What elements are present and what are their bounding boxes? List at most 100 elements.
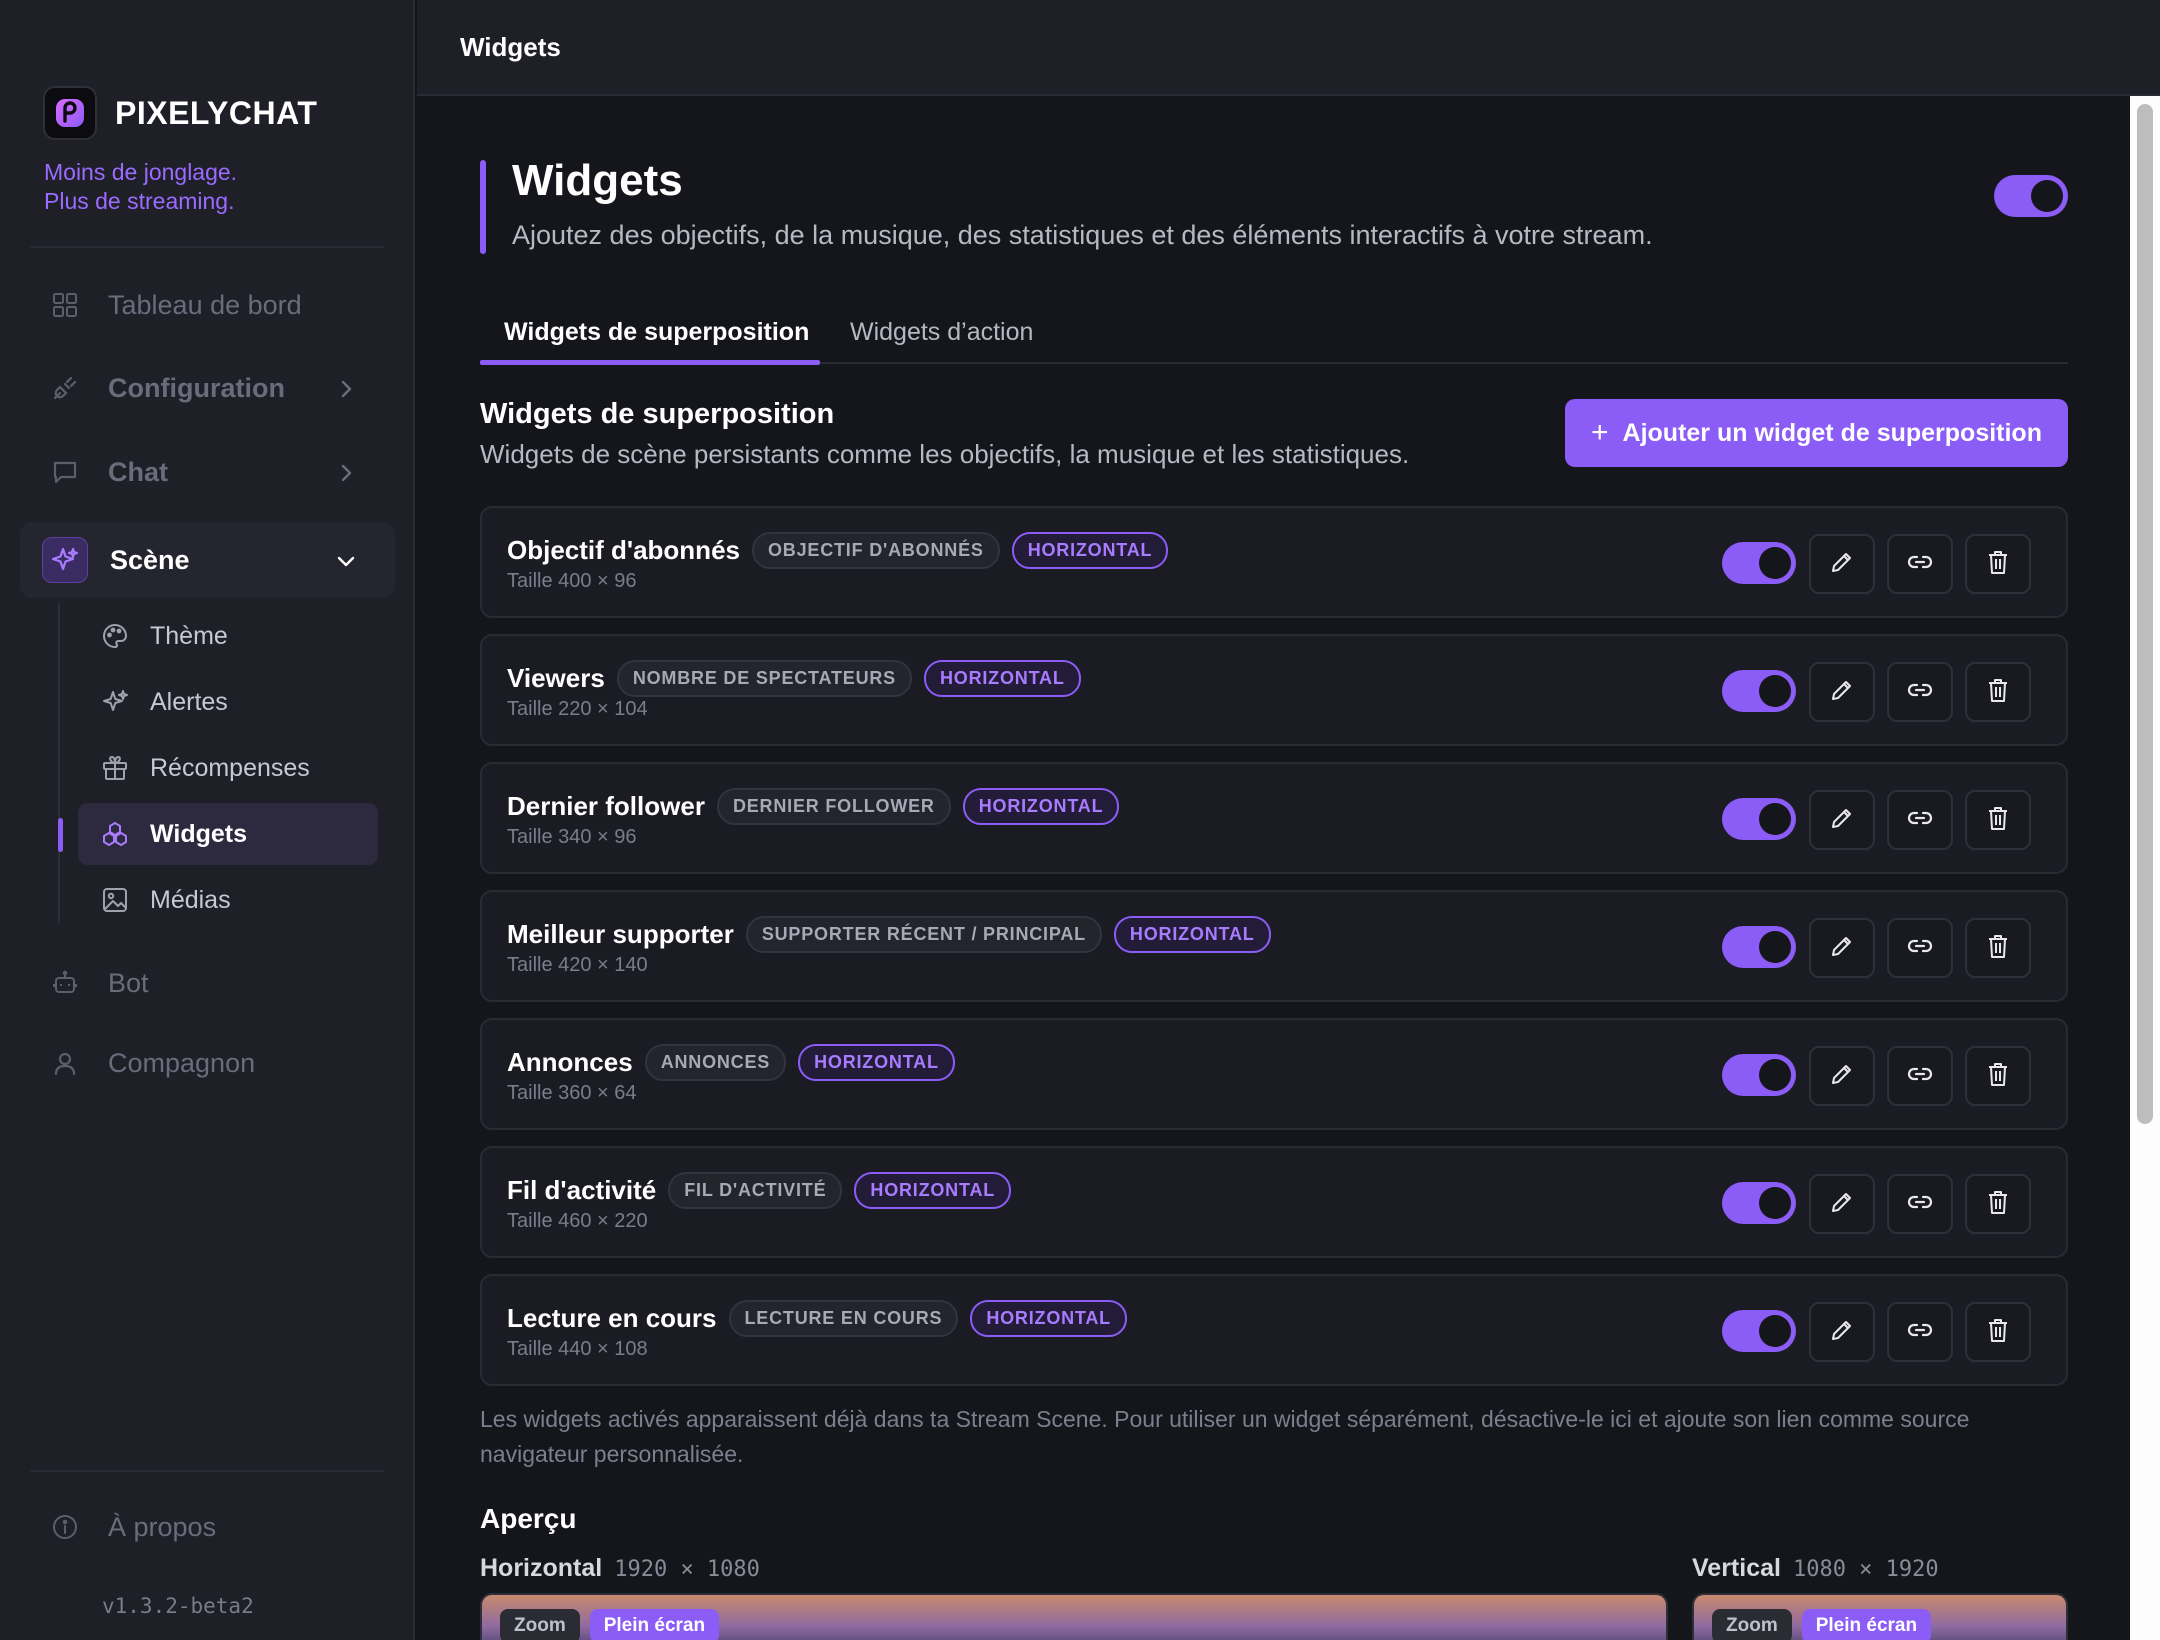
sidebar-item-widgets[interactable]: Widgets: [78, 803, 378, 865]
edit-widget-button[interactable]: [1809, 1302, 1875, 1362]
delete-widget-button[interactable]: [1965, 662, 2031, 722]
copy-link-button[interactable]: [1887, 1174, 1953, 1234]
vertical-dims: 1080 × 1920: [1792, 1557, 1939, 1582]
widget-name-line: Meilleur supporter SUPPORTER RÉCENT / PRI…: [507, 916, 1271, 953]
delete-widget-button[interactable]: [1965, 1046, 2031, 1106]
edit-widget-button[interactable]: [1809, 534, 1875, 594]
widget-size: Taille 420 × 140: [507, 954, 648, 976]
widget-orientation-badge: HORIZONTAL: [798, 1044, 955, 1081]
gift-icon: [100, 753, 130, 783]
copy-link-button[interactable]: [1887, 1302, 1953, 1362]
widget-name: Annonces: [507, 1047, 633, 1077]
widget-orientation-badge: HORIZONTAL: [970, 1300, 1127, 1337]
plug-icon: [50, 373, 80, 403]
sidebar-item-label: À propos: [108, 1511, 217, 1542]
sidebar-item-about[interactable]: À propos: [20, 1495, 395, 1559]
zoom-button[interactable]: Zoom: [1712, 1609, 1792, 1640]
sidebar-item-label: Récompenses: [150, 753, 310, 782]
preview-vertical-frame: Zoom Plein écran: [1692, 1593, 2068, 1640]
sidebar-item-theme[interactable]: Thème: [78, 605, 378, 667]
toggle-knob: [1759, 803, 1791, 835]
widget-name: Fil d'activité: [507, 1175, 657, 1205]
edit-widget-button[interactable]: [1809, 790, 1875, 850]
sidebar-item-scene[interactable]: Scène: [20, 522, 395, 598]
widget-type-badge: LECTURE EN COURS: [728, 1300, 959, 1337]
copy-link-button[interactable]: [1887, 534, 1953, 594]
trash-icon: [1986, 677, 2010, 708]
vertical-label: Vertical: [1692, 1554, 1781, 1582]
widget-enable-toggle[interactable]: [1722, 542, 1796, 584]
sparkles-icon: [100, 687, 130, 717]
widget-orientation-badge: HORIZONTAL: [1113, 916, 1271, 953]
blocks-icon: [100, 819, 130, 849]
sidebar-item-media[interactable]: Médias: [78, 869, 378, 931]
widget-enable-toggle[interactable]: [1722, 926, 1796, 968]
widget-enable-toggle[interactable]: [1722, 1182, 1796, 1224]
widget-row: Lecture en cours LECTURE EN COURS HORIZONT…: [480, 1274, 2068, 1386]
page-subtitle: Ajoutez des objectifs, de la musique, de…: [512, 220, 1653, 250]
toggle-knob: [1759, 1059, 1791, 1091]
widget-enable-toggle[interactable]: [1722, 670, 1796, 712]
widget-enable-toggle[interactable]: [1722, 798, 1796, 840]
delete-widget-button[interactable]: [1965, 918, 2031, 978]
tagline-line-1: Moins de jonglage.: [44, 159, 238, 185]
sidebar-item-label: Bot: [108, 967, 149, 998]
pixelychat-logo-icon: [43, 86, 97, 140]
sidebar-item-alerts[interactable]: Alertes: [78, 671, 378, 733]
sidebar-item-dashboard[interactable]: Tableau de bord: [20, 273, 395, 337]
widget-row: Meilleur supporter SUPPORTER RÉCENT / PRI…: [480, 890, 2068, 1002]
sidebar-item-configuration[interactable]: Configuration: [20, 356, 395, 420]
sidebar-item-label: Tableau de bord: [108, 289, 302, 320]
widget-type-badge: NOMBRE DE SPECTATEURS: [616, 660, 912, 697]
link-icon: [1906, 548, 1934, 581]
copy-link-button[interactable]: [1887, 662, 1953, 722]
widget-row: Objectif d'abonnés OBJECTIF D'ABONNÉS HORI…: [480, 506, 2068, 618]
trash-icon: [1986, 805, 2010, 836]
fullscreen-button[interactable]: Plein écran: [1801, 1609, 1932, 1640]
topbar: Widgets: [417, 0, 2160, 96]
sidebar-item-label: Configuration: [108, 372, 285, 403]
sidebar-item-label: Médias: [150, 885, 231, 914]
widget-enable-toggle[interactable]: [1722, 1310, 1796, 1352]
edit-widget-button[interactable]: [1809, 1174, 1875, 1234]
copy-link-button[interactable]: [1887, 1046, 1953, 1106]
delete-widget-button[interactable]: [1965, 1174, 2031, 1234]
delete-widget-button[interactable]: [1965, 1302, 2031, 1362]
palette-icon: [100, 621, 130, 651]
robot-icon: [50, 968, 80, 998]
delete-widget-button[interactable]: [1965, 534, 2031, 594]
edit-widget-button[interactable]: [1809, 918, 1875, 978]
brand[interactable]: PIXELYCHAT: [43, 86, 317, 140]
sidebar-item-companion[interactable]: Compagnon: [20, 1031, 395, 1095]
horizontal-label: Horizontal: [480, 1554, 603, 1582]
widget-type-badge: SUPPORTER RÉCENT / PRINCIPAL: [745, 916, 1102, 953]
copy-link-button[interactable]: [1887, 790, 1953, 850]
scrollbar-thumb[interactable]: [2137, 104, 2153, 1124]
link-icon: [1906, 932, 1934, 965]
delete-widget-button[interactable]: [1965, 790, 2031, 850]
image-icon: [100, 885, 130, 915]
sidebar-item-bot[interactable]: Bot: [20, 951, 395, 1015]
horizontal-dims: 1920 × 1080: [614, 1557, 760, 1582]
edit-widget-button[interactable]: [1809, 662, 1875, 722]
sidebar-item-rewards[interactable]: Récompenses: [78, 737, 378, 799]
pencil-icon: [1829, 1317, 1855, 1348]
plus-icon: +: [1591, 416, 1609, 449]
widget-type-badge: DERNIER FOLLOWER: [716, 788, 951, 825]
edit-widget-button[interactable]: [1809, 1046, 1875, 1106]
zoom-button[interactable]: Zoom: [500, 1609, 580, 1640]
copy-link-button[interactable]: [1887, 918, 1953, 978]
link-icon: [1906, 1316, 1934, 1349]
sidebar-item-chat[interactable]: Chat: [20, 440, 395, 504]
user-icon: [50, 1048, 80, 1078]
widgets-master-toggle[interactable]: [1994, 175, 2068, 217]
tab-action-widgets[interactable]: Widgets d’action: [850, 318, 1033, 347]
add-overlay-widget-button[interactable]: + Ajouter un widget de superposition: [1565, 399, 2068, 467]
widget-enable-toggle[interactable]: [1722, 1054, 1796, 1096]
fullscreen-button[interactable]: Plein écran: [589, 1609, 720, 1640]
active-tab-underline: [480, 360, 820, 365]
tagline-line-2: Plus de streaming.: [44, 188, 235, 214]
tab-overlay-widgets[interactable]: Widgets de superposition: [504, 318, 809, 347]
toggle-knob: [2031, 180, 2063, 212]
info-icon: [50, 1512, 80, 1542]
